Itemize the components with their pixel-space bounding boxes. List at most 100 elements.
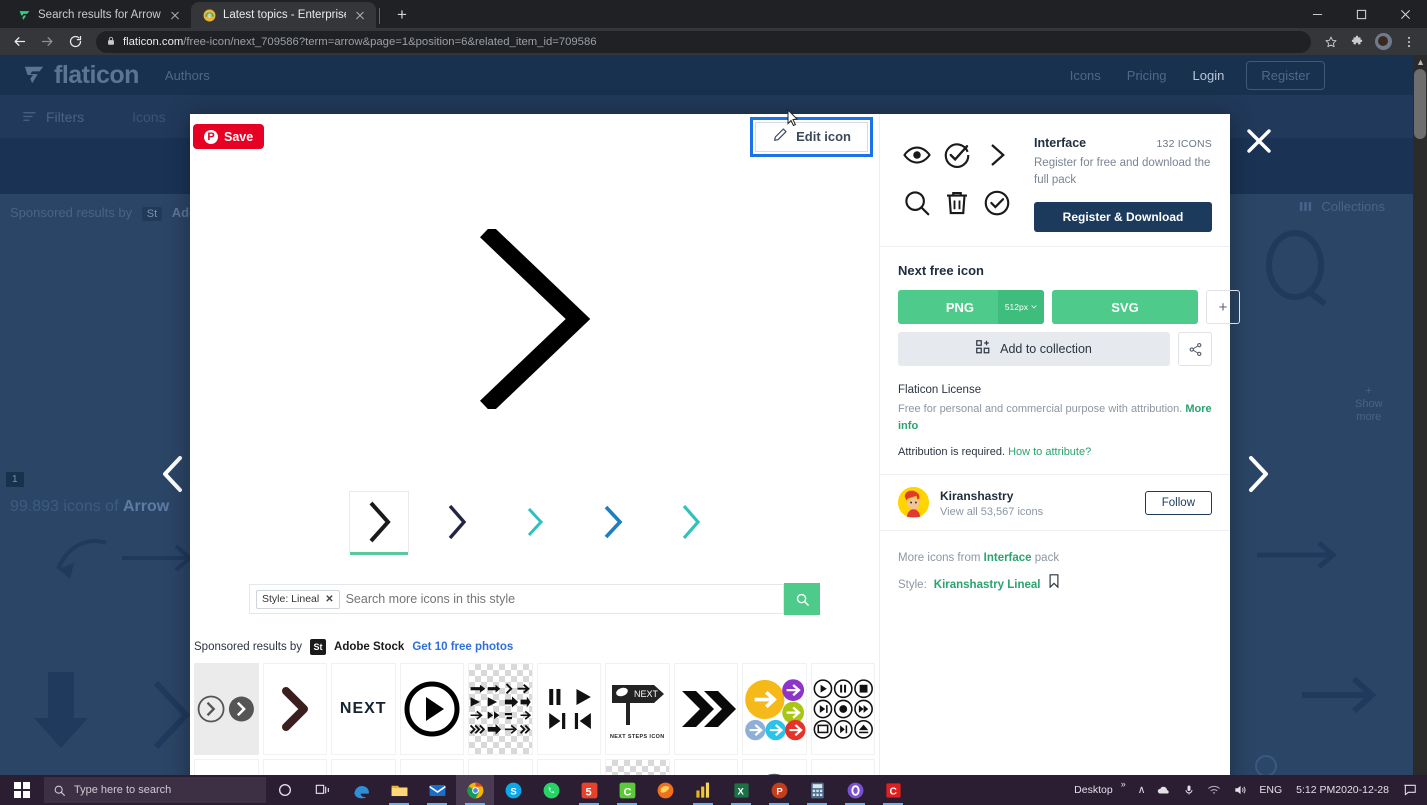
author-icon-count[interactable]: View all 53,567 icons (940, 506, 1134, 518)
ad-tile-18[interactable] (742, 759, 807, 775)
thumbnail-0[interactable] (348, 491, 409, 555)
prev-icon-nav-button[interactable] (160, 455, 186, 502)
png-size-selector[interactable]: 512px (997, 290, 1044, 325)
pack-name[interactable]: Interface (1034, 136, 1086, 150)
minimize-button[interactable] (1295, 0, 1339, 28)
thumbnail-3[interactable] (583, 491, 643, 553)
edge-icon[interactable] (342, 775, 380, 805)
task-view-icon[interactable] (304, 775, 342, 805)
browser-tab-1[interactable]: Latest topics - Enterprise DNA Forum (191, 2, 376, 28)
taskbar-search-box[interactable]: Type here to search (44, 777, 266, 803)
ad-tile-10[interactable]: 5 10 30 (194, 759, 259, 775)
ad-tile-17[interactable] (673, 759, 738, 775)
ad-tile-14[interactable]: NEXT NEXT NEXT (468, 759, 533, 775)
calculator-icon[interactable] (798, 775, 836, 805)
more-icons-pack-link[interactable]: Interface (984, 552, 1032, 564)
ad-tile-8[interactable] (742, 663, 807, 755)
scroll-up-arrow-icon[interactable]: ▲ (1416, 57, 1425, 67)
thumbnail-2[interactable] (505, 491, 565, 553)
bookmark-star-icon[interactable] (1319, 30, 1343, 54)
chrome-icon[interactable] (456, 775, 494, 805)
outlook-icon[interactable] (836, 775, 874, 805)
tray-overflow-icon[interactable]: » (1115, 775, 1132, 805)
speaker-icon[interactable] (1227, 775, 1253, 805)
close-modal-button[interactable] (1245, 127, 1273, 155)
flaticon-logo[interactable]: flaticon (22, 61, 139, 90)
ad-tile-19[interactable] (810, 759, 875, 775)
close-window-button[interactable] (1383, 0, 1427, 28)
start-button[interactable] (0, 775, 44, 805)
notification-icon[interactable] (1397, 775, 1423, 805)
author-avatar[interactable] (898, 487, 929, 519)
share-button[interactable] (1178, 332, 1212, 367)
add-to-collection-button[interactable]: Add to collection (898, 332, 1170, 367)
address-bar[interactable]: flaticon.com/free-icon/next_709586?term=… (96, 30, 1311, 53)
nav-icons[interactable]: Icons (1070, 68, 1101, 83)
edit-icon-button[interactable]: Edit icon (755, 108, 868, 152)
tab-close-icon[interactable] (168, 8, 182, 22)
skype-icon[interactable]: S (494, 775, 532, 805)
wifi-icon[interactable] (1201, 775, 1227, 805)
ad-tile-16[interactable] (605, 759, 670, 775)
collections-button[interactable]: Collections (1298, 199, 1385, 214)
style-search-input[interactable] (345, 592, 777, 606)
snapchat-icon[interactable]: 5 (570, 775, 608, 805)
file-explorer-icon[interactable] (380, 775, 418, 805)
ad-tile-6[interactable]: NEXT NEXT STEPS ICON (605, 663, 670, 755)
onedrive-icon[interactable] (1151, 775, 1177, 805)
style-filter-chip[interactable]: Style: Lineal ✕ (256, 589, 340, 609)
language-indicator[interactable]: ENG (1253, 775, 1288, 805)
style-search-box[interactable]: Style: Lineal ✕ (249, 584, 784, 614)
new-tab-button[interactable]: + (389, 3, 415, 27)
thumbnail-4[interactable] (661, 491, 721, 553)
chrome-menu-icon[interactable] (1397, 30, 1421, 54)
cortana-icon[interactable] (266, 775, 304, 805)
pinterest-save-button[interactable]: P Save (193, 124, 265, 149)
register-and-download-button[interactable]: Register & Download (1034, 202, 1212, 233)
nav-pricing[interactable]: Pricing (1127, 68, 1167, 83)
ad-tile-4[interactable] (468, 663, 533, 755)
next-icon-nav-button[interactable] (1245, 455, 1271, 502)
tray-expand-icon[interactable]: ∧ (1132, 775, 1152, 805)
ad-tile-13[interactable] (399, 759, 464, 775)
mail-icon[interactable] (418, 775, 456, 805)
download-svg-button[interactable]: SVG (1052, 290, 1198, 325)
thumbnail-1[interactable] (427, 491, 487, 553)
profile-avatar[interactable] (1371, 30, 1395, 54)
ad-tile-0[interactable] (194, 663, 259, 755)
ad-tile-2[interactable]: NEXT (331, 663, 396, 755)
cisco-webex-icon[interactable]: C (608, 775, 646, 805)
follow-button[interactable]: Follow (1144, 490, 1212, 515)
style-search-submit-button[interactable] (784, 583, 820, 615)
ad-tile-11[interactable] (262, 759, 327, 775)
author-name[interactable]: Kiranshastry (940, 489, 1013, 503)
ad-tile-15[interactable]: ARROW LINE ICONS (536, 759, 601, 775)
clock[interactable]: 5:12 PM 2020-12-28 (1288, 775, 1397, 805)
camtasia-icon[interactable]: C (874, 775, 912, 805)
back-button[interactable] (6, 29, 32, 55)
get-free-photos-link[interactable]: Get 10 free photos (412, 641, 513, 653)
ad-tile-9[interactable] (810, 663, 875, 755)
maximize-button[interactable] (1339, 0, 1383, 28)
ad-tile-3[interactable] (399, 663, 464, 755)
browser-tab-0[interactable]: Search results for Arrow - Flaticon (6, 2, 191, 28)
more-formats-button[interactable]: + (1206, 290, 1240, 325)
ad-tile-5[interactable] (536, 663, 601, 755)
bookmark-icon[interactable] (1048, 572, 1060, 598)
desktop-label[interactable]: Desktop (1068, 775, 1115, 805)
forward-button[interactable] (34, 29, 60, 55)
whatsapp-icon[interactable] (532, 775, 570, 805)
how-to-attribute-link[interactable]: How to attribute? (1008, 446, 1091, 458)
extensions-puzzle-icon[interactable] (1345, 30, 1369, 54)
tab-close-icon[interactable] (353, 8, 367, 22)
microphone-icon[interactable] (1177, 775, 1201, 805)
reload-button[interactable] (62, 29, 88, 55)
firefox-icon[interactable] (646, 775, 684, 805)
icons-dropdown[interactable]: Icons (132, 109, 165, 125)
excel-icon[interactable]: X (722, 775, 760, 805)
scrollbar-thumb[interactable] (1414, 69, 1426, 139)
ad-tile-12[interactable]: NEXT (331, 759, 396, 775)
register-button-header[interactable]: Register (1246, 60, 1325, 90)
download-png-button[interactable]: PNG 512px (898, 290, 1044, 325)
powerbi-icon[interactable] (684, 775, 722, 805)
